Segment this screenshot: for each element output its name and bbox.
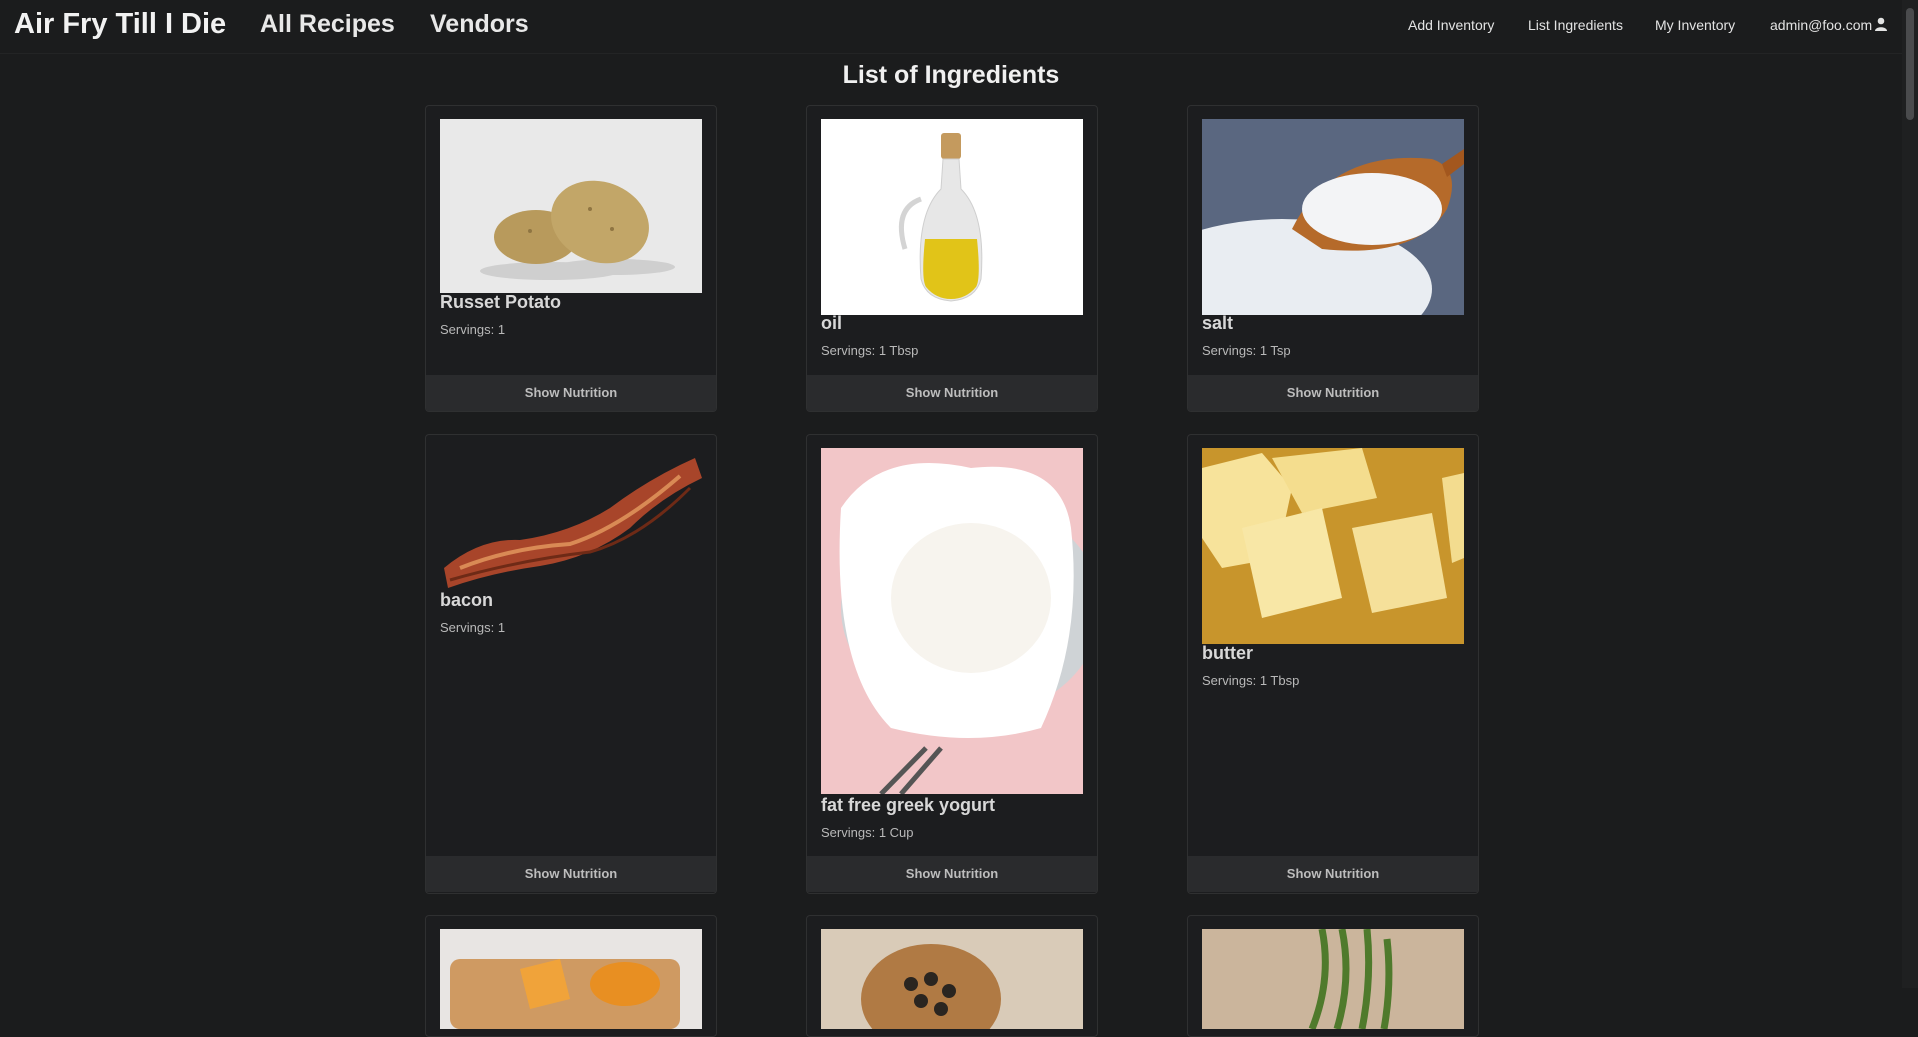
ingredient-image-salt <box>1202 119 1464 315</box>
ingredient-card: salt Servings: 1 Tsp Show Nutrition <box>1187 105 1479 412</box>
nav-vendors[interactable]: Vendors <box>430 10 529 39</box>
servings-value: 1 <box>497 322 506 337</box>
servings-label: Servings: <box>440 620 498 635</box>
top-navbar: Air Fry Till I Die All Recipes Vendors A… <box>0 0 1902 54</box>
ingredient-image-butter <box>1202 448 1464 644</box>
brand-logo[interactable]: Air Fry Till I Die <box>14 8 226 41</box>
ingredient-servings: Servings: 1 Tsp <box>1202 343 1291 358</box>
ingredient-card <box>425 915 717 1037</box>
ingredient-image-peppercorns <box>821 929 1083 1029</box>
ingredient-image-russet-potato <box>440 119 702 293</box>
ingredient-image-bacon <box>440 448 702 592</box>
page-title: List of Ingredients <box>842 61 1060 89</box>
servings-value: 1 <box>497 620 506 635</box>
ingredient-card: oil Servings: 1 Tbsp Show Nutrition <box>806 105 1098 412</box>
ingredient-servings: Servings: 1 Tbsp <box>821 343 918 358</box>
ingredient-name: butter <box>1202 643 1253 663</box>
ingredient-image-oil <box>821 119 1083 315</box>
servings-label: Servings: <box>1202 343 1260 358</box>
servings-value: 1 Cup <box>878 825 914 840</box>
user-email: admin@foo.com <box>1770 17 1873 33</box>
ingredient-name: fat free greek yogurt <box>821 795 996 815</box>
nav-all-recipes[interactable]: All Recipes <box>260 10 395 39</box>
scrollbar-thumb[interactable] <box>1906 8 1914 120</box>
ingredient-servings: Servings: 1 Cup <box>821 825 914 840</box>
nav-user-menu[interactable]: admin@foo.com <box>1770 17 1888 33</box>
nav-list-ingredients[interactable]: List Ingredients <box>1528 17 1623 33</box>
servings-label: Servings: <box>821 343 879 358</box>
ingredient-name: Russet Potato <box>440 292 562 312</box>
page-scrollbar[interactable] <box>1902 0 1918 988</box>
servings-label: Servings: <box>440 322 498 337</box>
nav-add-inventory[interactable]: Add Inventory <box>1408 17 1494 33</box>
ingredient-servings: Servings: 1 Tbsp <box>1202 673 1299 688</box>
show-nutrition-button[interactable]: Show Nutrition <box>426 375 716 411</box>
show-nutrition-button[interactable]: Show Nutrition <box>1188 856 1478 892</box>
ingredient-name: oil <box>821 313 842 333</box>
servings-value: 1 Tbsp <box>878 343 919 358</box>
show-nutrition-button[interactable]: Show Nutrition <box>1188 375 1478 411</box>
show-nutrition-button[interactable]: Show Nutrition <box>426 856 716 892</box>
servings-value: 1 Tbsp <box>1259 673 1300 688</box>
ingredient-card <box>1187 915 1479 1037</box>
ingredient-servings: Servings: 1 <box>440 322 505 337</box>
user-icon <box>1875 17 1888 31</box>
servings-label: Servings: <box>821 825 879 840</box>
servings-value: 1 Tsp <box>1259 343 1291 358</box>
ingredient-image-green-beans <box>1202 929 1464 1029</box>
nav-my-inventory[interactable]: My Inventory <box>1655 17 1735 33</box>
ingredient-card: bacon Servings: 1 Show Nutrition <box>425 434 717 894</box>
ingredient-image-greek-yogurt <box>821 448 1083 794</box>
ingredient-name: salt <box>1202 313 1234 333</box>
show-nutrition-button[interactable]: Show Nutrition <box>807 856 1097 892</box>
servings-label: Servings: <box>1202 673 1260 688</box>
ingredient-card <box>806 915 1098 1037</box>
show-nutrition-button[interactable]: Show Nutrition <box>807 375 1097 411</box>
ingredient-name: bacon <box>440 590 494 610</box>
ingredient-card: fat free greek yogurt Servings: 1 Cup Sh… <box>806 434 1098 894</box>
ingredient-card: Russet Potato Servings: 1 Show Nutrition <box>425 105 717 412</box>
ingredient-image-cheese <box>440 929 702 1029</box>
ingredient-card: butter Servings: 1 Tbsp Show Nutrition <box>1187 434 1479 894</box>
ingredient-servings: Servings: 1 <box>440 620 505 635</box>
